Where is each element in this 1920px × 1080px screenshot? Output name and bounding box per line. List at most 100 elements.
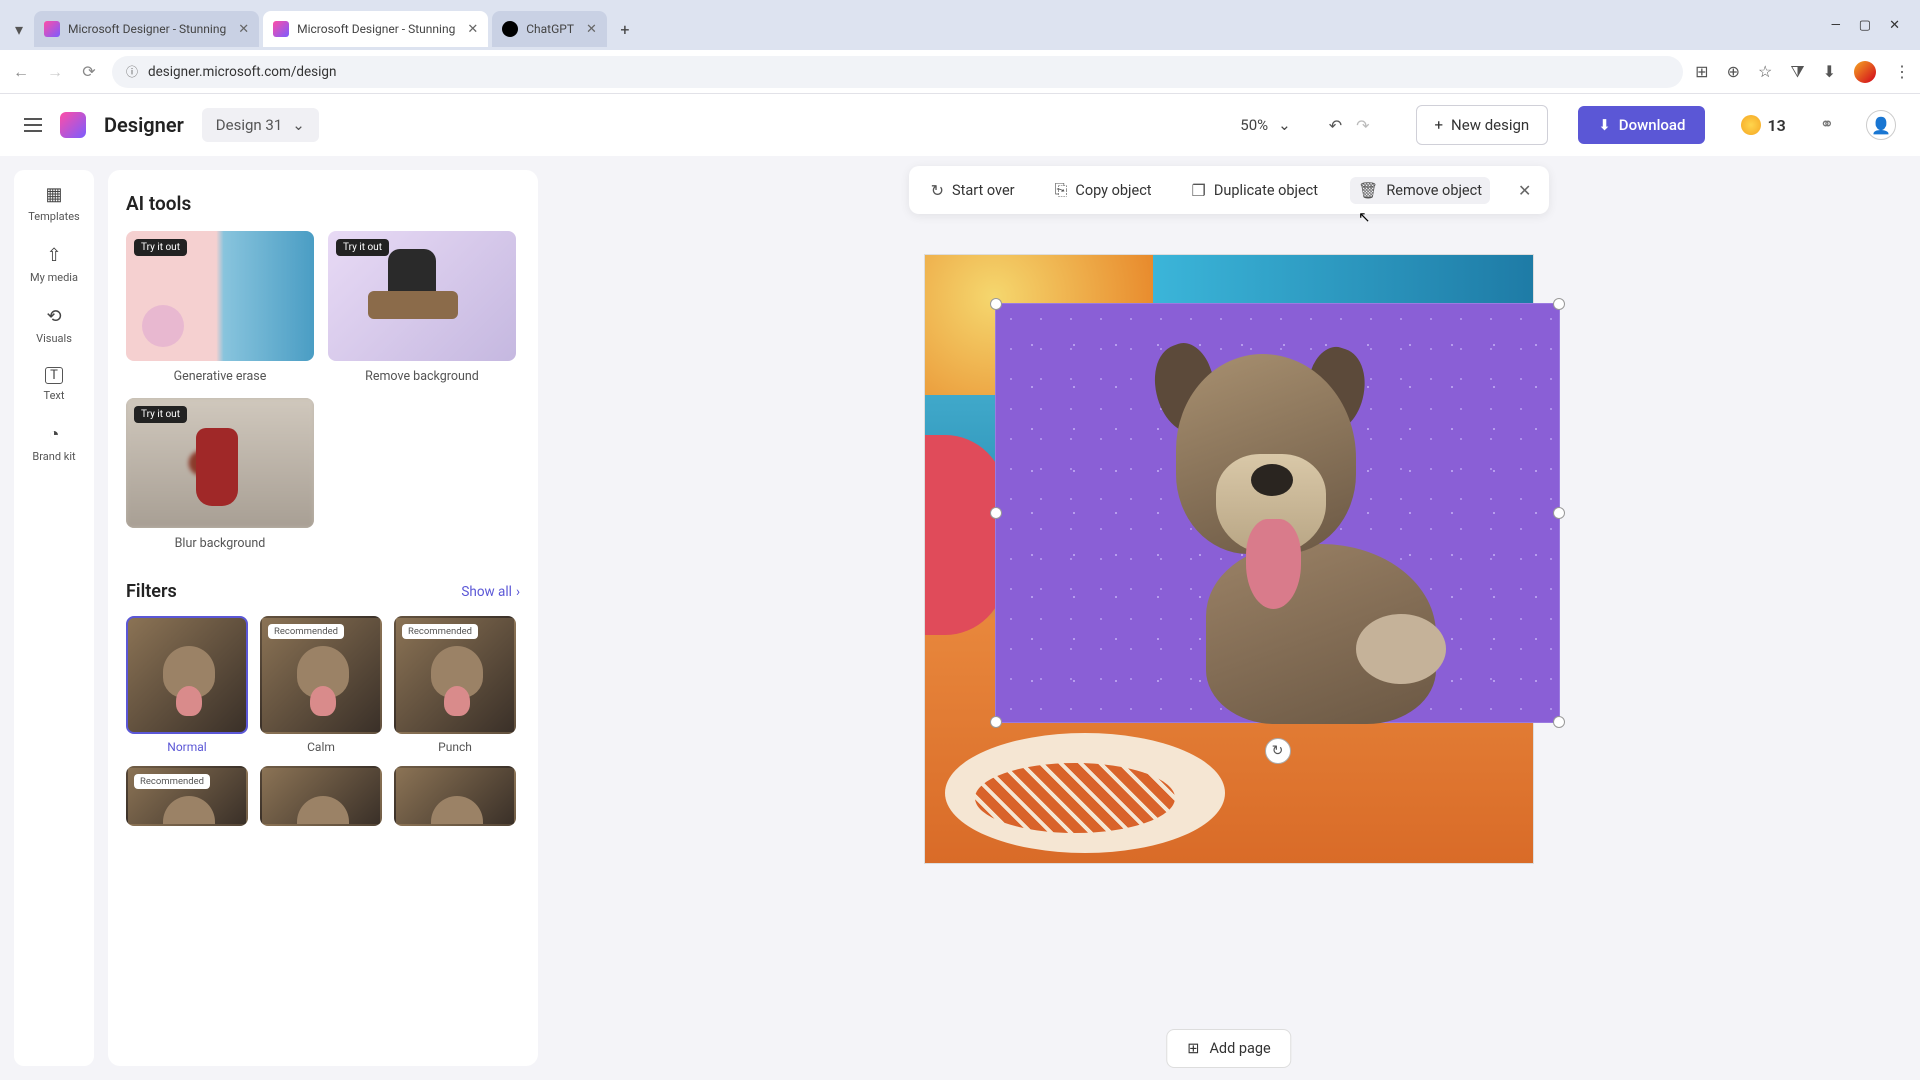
filter-punch[interactable]: Recommended Punch (394, 616, 516, 754)
back-icon[interactable]: ← (10, 62, 32, 82)
copy-object-button[interactable]: ⎘ Copy object (1047, 176, 1160, 204)
close-icon[interactable]: ✕ (586, 22, 597, 37)
new-design-label: New design (1451, 116, 1529, 134)
filter-item[interactable] (394, 766, 516, 826)
visuals-icon: ⟲ (46, 306, 61, 327)
dog-image (1116, 324, 1436, 704)
duplicate-object-button[interactable]: ❐ Duplicate object (1184, 177, 1326, 204)
tab-title: ChatGPT (526, 22, 574, 36)
download-button[interactable]: ⬇ Download (1578, 106, 1705, 144)
browser-tab[interactable]: ChatGPT ✕ (492, 11, 607, 47)
tool-label: Blur background (126, 536, 314, 551)
browser-toolbar: ← → ⟳ ⓘ designer.microsoft.com/design ⊞ … (0, 50, 1920, 94)
start-over-button[interactable]: ↻ Start over (923, 177, 1023, 204)
rail-templates[interactable]: ▦ Templates (28, 184, 79, 223)
site-info-icon[interactable]: ⓘ (126, 63, 138, 80)
bookmark-icon[interactable]: ☆ (1758, 62, 1772, 81)
forward-icon[interactable]: → (44, 62, 66, 82)
browser-tab-active[interactable]: Microsoft Designer - Stunning ✕ (263, 11, 488, 47)
zoom-dropdown[interactable]: 50% ⌄ (1240, 116, 1290, 134)
tab-favicon (273, 21, 289, 37)
tab-title: Microsoft Designer - Stunning (68, 22, 226, 36)
chevron-right-icon: › (516, 584, 520, 600)
new-design-button[interactable]: + New design (1416, 105, 1549, 145)
add-page-button[interactable]: ⊞ Add page (1166, 1029, 1291, 1068)
tool-label: Generative erase (126, 369, 314, 384)
recommended-tag: Recommended (134, 774, 210, 789)
url-text: designer.microsoft.com/design (148, 64, 336, 80)
resize-handle[interactable] (1553, 716, 1565, 728)
extensions-icon[interactable]: ⧩ (1790, 62, 1804, 82)
resize-handle[interactable] (990, 507, 1002, 519)
recommended-tag: Recommended (268, 624, 344, 639)
selected-layer[interactable]: ↻ (995, 303, 1560, 723)
filter-label: Punch (394, 740, 516, 754)
remove-object-button[interactable]: 🗑 Remove object (1350, 177, 1490, 204)
filter-thumbnail: Recommended (394, 616, 516, 734)
show-all-link[interactable]: Show all › (461, 584, 520, 600)
upload-icon: ⇧ (46, 245, 61, 266)
ai-tool-remove-background[interactable]: Try it out Remove background (328, 231, 516, 384)
undo-icon[interactable]: ↶ (1329, 116, 1342, 135)
new-tab-button[interactable]: + (611, 15, 639, 43)
filter-normal[interactable]: Normal (126, 616, 248, 754)
filter-calm[interactable]: Recommended Calm (260, 616, 382, 754)
maximize-icon[interactable]: ▢ (1859, 18, 1871, 33)
zoom-value: 50% (1240, 116, 1268, 134)
profile-avatar[interactable] (1854, 61, 1876, 83)
recommended-tag: Recommended (402, 624, 478, 639)
close-window-icon[interactable]: ✕ (1889, 18, 1900, 33)
filter-item[interactable] (260, 766, 382, 826)
ai-tool-blur-background[interactable]: Try it out Blur background (126, 398, 314, 551)
tab-search-icon[interactable]: ▾ (8, 18, 30, 40)
trash-icon: 🗑 (1358, 181, 1378, 200)
menu-icon[interactable]: ⋮ (1894, 62, 1910, 81)
rail-visuals[interactable]: ⟲ Visuals (36, 306, 72, 345)
install-icon[interactable]: ⊞ (1695, 62, 1708, 81)
resize-handle[interactable] (1553, 507, 1565, 519)
tab-title: Microsoft Designer - Stunning (297, 22, 455, 36)
document-name-dropdown[interactable]: Design 31 ⌄ (202, 108, 319, 142)
downloads-icon[interactable]: ⬇ (1823, 62, 1836, 81)
tool-thumbnail: Try it out (328, 231, 516, 361)
filter-label: Calm (260, 740, 382, 754)
close-icon[interactable]: ✕ (467, 22, 478, 37)
redo-icon[interactable]: ↷ (1356, 116, 1369, 135)
hamburger-icon[interactable] (24, 118, 42, 132)
filter-item[interactable]: Recommended (126, 766, 248, 826)
zoom-icon[interactable]: ⊕ (1727, 62, 1740, 81)
filters-heading: Filters (126, 581, 177, 602)
left-rail: ▦ Templates ⇧ My media ⟲ Visuals T Text … (14, 170, 94, 1066)
browser-tab[interactable]: Microsoft Designer - Stunning ✕ (34, 11, 259, 47)
rail-text[interactable]: T Text (44, 367, 65, 402)
rotate-handle[interactable]: ↻ (1265, 738, 1291, 764)
close-context-bar-icon[interactable]: ✕ (1514, 177, 1535, 204)
chevron-down-icon: ⌄ (292, 116, 305, 134)
resize-handle[interactable] (1553, 298, 1565, 310)
share-icon[interactable]: ⚭ (1820, 115, 1834, 135)
coins-counter[interactable]: 13 (1741, 115, 1785, 135)
tab-favicon (44, 21, 60, 37)
chevron-down-icon: ⌄ (1278, 116, 1291, 134)
artboard[interactable]: ↻ (924, 254, 1534, 864)
tab-favicon (502, 21, 518, 37)
address-bar[interactable]: ⓘ designer.microsoft.com/design (112, 56, 1683, 88)
app-header: Designer Design 31 ⌄ 50% ⌄ ↶ ↷ + New des… (0, 94, 1920, 156)
download-icon: ⬇ (1598, 116, 1611, 134)
plus-square-icon: ⊞ (1187, 1040, 1199, 1057)
resize-handle[interactable] (990, 298, 1002, 310)
brandkit-icon: ◔ (49, 424, 60, 445)
filter-thumbnail (394, 766, 516, 826)
ai-tool-generative-erase[interactable]: Try it out Generative erase (126, 231, 314, 384)
rail-label: Visuals (36, 332, 72, 345)
designer-logo[interactable] (60, 112, 86, 138)
tool-label: Remove background (328, 369, 516, 384)
reload-icon[interactable]: ⟳ (78, 62, 100, 81)
rail-brand-kit[interactable]: ◔ Brand kit (32, 424, 75, 463)
rail-my-media[interactable]: ⇧ My media (30, 245, 78, 284)
tool-thumbnail: Try it out (126, 231, 314, 361)
minimize-icon[interactable]: ― (1831, 18, 1841, 33)
resize-handle[interactable] (990, 716, 1002, 728)
user-avatar[interactable]: 👤 (1866, 110, 1896, 140)
close-icon[interactable]: ✕ (238, 22, 249, 37)
